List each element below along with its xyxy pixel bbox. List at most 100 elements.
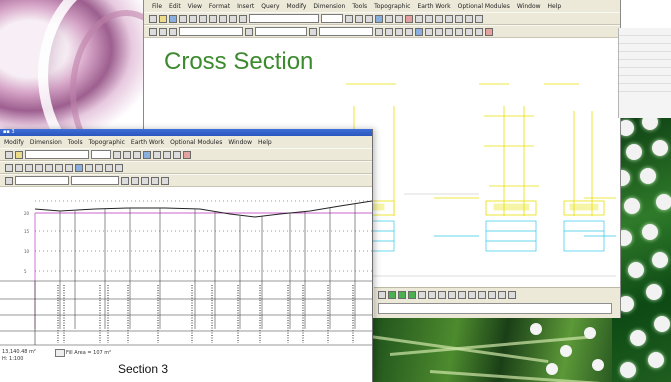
menu-item[interactable]: Window bbox=[228, 139, 252, 146]
font-select[interactable] bbox=[249, 14, 319, 23]
text-icon[interactable] bbox=[465, 27, 473, 36]
table-icon[interactable] bbox=[475, 27, 483, 36]
tool-icon[interactable] bbox=[448, 291, 456, 299]
preview-icon[interactable] bbox=[189, 14, 197, 23]
align-center-icon[interactable] bbox=[385, 14, 393, 23]
font-size-select[interactable] bbox=[321, 14, 343, 23]
underline-icon[interactable] bbox=[133, 150, 141, 159]
menu-item[interactable]: Tools bbox=[352, 3, 367, 10]
arc-icon[interactable] bbox=[15, 163, 23, 172]
match-icon[interactable] bbox=[385, 27, 393, 36]
zoom-icon[interactable] bbox=[465, 14, 473, 23]
menu-item[interactable]: Query bbox=[261, 3, 279, 10]
color-icon[interactable] bbox=[405, 14, 413, 23]
menu-item[interactable]: Dimension bbox=[30, 139, 62, 146]
green-tool-icon[interactable] bbox=[388, 291, 396, 299]
section-icon[interactable] bbox=[75, 163, 83, 172]
tool-icon[interactable] bbox=[488, 291, 496, 299]
section-icon[interactable] bbox=[415, 27, 423, 36]
pan-icon[interactable] bbox=[475, 14, 483, 23]
tool-icon[interactable] bbox=[438, 291, 446, 299]
lineweight-select[interactable] bbox=[319, 27, 373, 36]
zoom-icon[interactable] bbox=[55, 163, 63, 172]
contour-icon[interactable] bbox=[445, 27, 453, 36]
bold-icon[interactable] bbox=[113, 150, 121, 159]
menu-item[interactable]: Topographic bbox=[89, 139, 125, 146]
area-icon[interactable] bbox=[405, 27, 413, 36]
menu-item[interactable]: Window bbox=[517, 3, 541, 10]
volume-icon[interactable] bbox=[95, 163, 103, 172]
polyline-icon[interactable] bbox=[35, 163, 43, 172]
font-size-select[interactable] bbox=[91, 150, 111, 159]
menu-item[interactable]: Insert bbox=[237, 3, 254, 10]
layer-icon[interactable] bbox=[149, 27, 157, 36]
align-right-icon[interactable] bbox=[395, 14, 403, 23]
tool-icon[interactable] bbox=[468, 291, 476, 299]
align-left-icon[interactable] bbox=[375, 14, 383, 23]
menu-item[interactable]: Tools bbox=[68, 139, 83, 146]
line-icon[interactable] bbox=[5, 163, 13, 172]
lock-icon[interactable] bbox=[245, 27, 253, 36]
line-icon[interactable] bbox=[415, 14, 423, 23]
snap-icon[interactable] bbox=[159, 27, 167, 36]
menu-item[interactable]: Earth Work bbox=[131, 139, 164, 146]
layer-select[interactable] bbox=[179, 27, 243, 36]
italic-icon[interactable] bbox=[355, 14, 363, 23]
copy-icon[interactable] bbox=[209, 14, 217, 23]
volume-icon[interactable] bbox=[435, 27, 443, 36]
profile-icon[interactable] bbox=[85, 163, 93, 172]
menu-item[interactable]: Earth Work bbox=[417, 3, 450, 10]
color-swatch-icon[interactable] bbox=[309, 27, 317, 36]
rectangle-icon[interactable] bbox=[45, 163, 53, 172]
menu-item[interactable]: Optional Modules bbox=[458, 3, 510, 10]
menu-item[interactable]: View bbox=[188, 3, 202, 10]
erase-icon[interactable] bbox=[485, 27, 493, 36]
grid-icon[interactable] bbox=[169, 27, 177, 36]
menu-item[interactable]: File bbox=[152, 3, 162, 10]
font-select[interactable] bbox=[25, 150, 89, 159]
menu-item[interactable]: Help bbox=[258, 139, 272, 146]
paste-icon[interactable] bbox=[219, 14, 227, 23]
new-file-icon[interactable] bbox=[5, 150, 13, 159]
linetype-select[interactable] bbox=[255, 27, 307, 36]
menu-item[interactable]: Optional Modules bbox=[170, 139, 222, 146]
menu-item[interactable]: Modify bbox=[287, 3, 307, 10]
text-icon[interactable] bbox=[105, 163, 113, 172]
bold-icon[interactable] bbox=[345, 14, 353, 23]
tool-icon[interactable] bbox=[498, 291, 506, 299]
underline-icon[interactable] bbox=[365, 14, 373, 23]
circle-icon[interactable] bbox=[25, 163, 33, 172]
table-icon[interactable] bbox=[115, 163, 123, 172]
menu-item[interactable]: Modify bbox=[4, 139, 24, 146]
menu-item[interactable]: Dimension bbox=[313, 3, 345, 10]
save-icon[interactable] bbox=[169, 14, 177, 23]
tool-icon[interactable] bbox=[183, 150, 191, 159]
align-icon[interactable] bbox=[143, 150, 151, 159]
menu-item[interactable]: Format bbox=[209, 3, 230, 10]
menu-item[interactable]: Help bbox=[548, 3, 562, 10]
properties-icon[interactable] bbox=[375, 27, 383, 36]
point-icon[interactable] bbox=[455, 27, 463, 36]
open-folder-icon[interactable] bbox=[15, 150, 23, 159]
pan-icon[interactable] bbox=[65, 163, 73, 172]
polyline-icon[interactable] bbox=[445, 14, 453, 23]
green-tool-icon-2[interactable] bbox=[398, 291, 406, 299]
new-file-icon[interactable] bbox=[149, 14, 157, 23]
circle-icon[interactable] bbox=[435, 14, 443, 23]
rectangle-icon[interactable] bbox=[455, 14, 463, 23]
command-line-input[interactable] bbox=[378, 303, 612, 314]
tool-icon[interactable] bbox=[153, 150, 161, 159]
profile-icon[interactable] bbox=[425, 27, 433, 36]
tool-icon[interactable] bbox=[173, 150, 181, 159]
tool-icon[interactable] bbox=[508, 291, 516, 299]
menu-item[interactable]: Edit bbox=[169, 3, 181, 10]
tool-icon[interactable] bbox=[418, 291, 426, 299]
redo-icon[interactable] bbox=[239, 14, 247, 23]
layout-icon[interactable] bbox=[378, 291, 386, 299]
italic-icon[interactable] bbox=[123, 150, 131, 159]
tool-icon[interactable] bbox=[458, 291, 466, 299]
tool-icon[interactable] bbox=[428, 291, 436, 299]
measure-icon[interactable] bbox=[395, 27, 403, 36]
tool-icon[interactable] bbox=[163, 150, 171, 159]
print-icon[interactable] bbox=[179, 14, 187, 23]
